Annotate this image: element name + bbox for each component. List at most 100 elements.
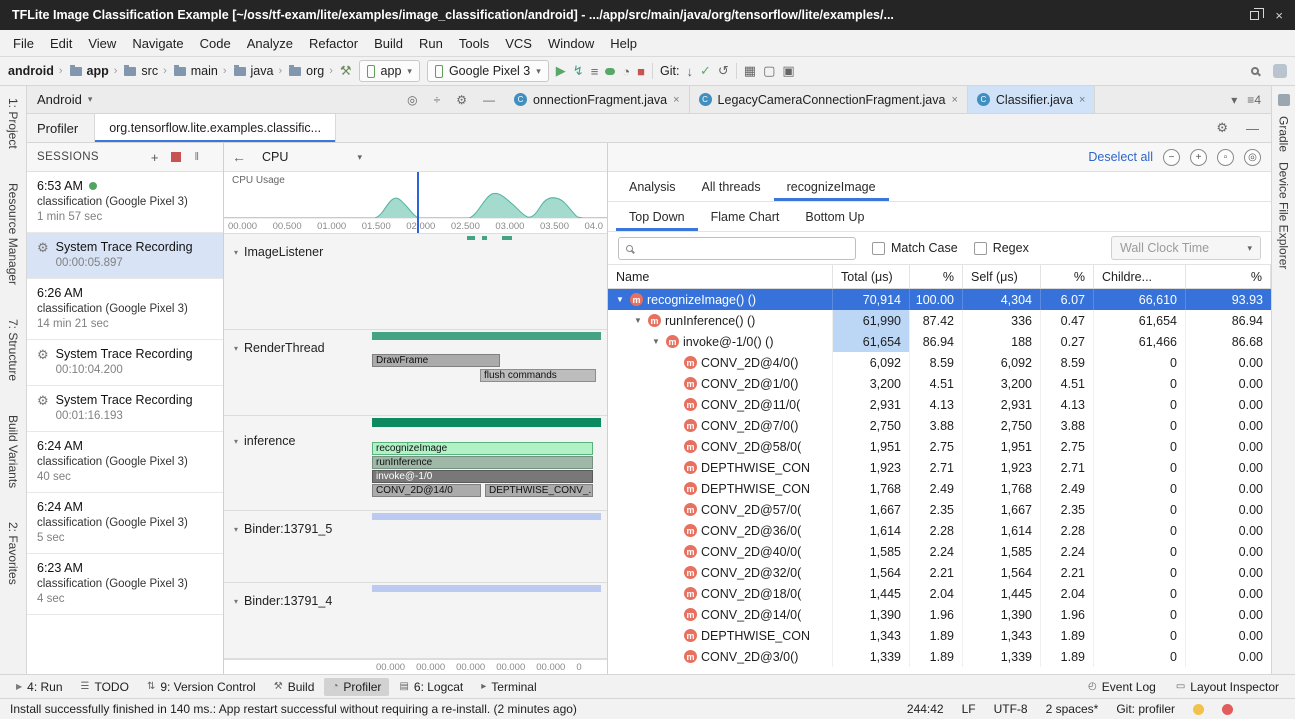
tool-window-button[interactable]: Device File Explorer	[1277, 162, 1291, 269]
profile-button[interactable]: ◔	[622, 64, 630, 79]
cpu-usage-chart[interactable]: CPU Usage 00.000 00.500	[224, 172, 607, 234]
close-icon[interactable]: ×	[1079, 94, 1085, 106]
breadcrumb-item[interactable]: java ›	[234, 64, 283, 78]
caret-position[interactable]: 244:42	[907, 702, 944, 716]
column-header[interactable]: Childre...	[1094, 265, 1186, 288]
menu-item[interactable]: Window	[540, 33, 602, 54]
table-row[interactable]: ▼ m CONV_2D@1/0() 3,200 4.51 3,200 4.51 …	[608, 373, 1271, 394]
menu-item[interactable]: Edit	[42, 33, 80, 54]
table-row[interactable]: ▼ m CONV_2D@18/0( 1,445 2.04 1,445 2.04 …	[608, 583, 1271, 604]
file-encoding[interactable]: UTF-8	[994, 702, 1028, 716]
analysis-tab[interactable]: recognizeImage	[774, 172, 889, 201]
trace-event-bar[interactable]: runInference	[372, 456, 593, 469]
tool-window-button[interactable]: Build	[266, 678, 323, 696]
editor-tab[interactable]: C LegacyCameraConnectionFragment.java ×	[690, 86, 968, 113]
tool-window-button[interactable]: Layout Inspector	[1168, 678, 1287, 696]
zoom-to-selection-button[interactable]: ◎	[1244, 149, 1261, 166]
analysis-subtab[interactable]: Top Down	[616, 202, 698, 231]
pause-icon[interactable]: ‖	[194, 151, 199, 163]
session-item[interactable]: ⚙ 6:24 AM classification (Google Pixel 3…	[27, 432, 223, 493]
smiley-feedback-icon[interactable]	[1193, 704, 1204, 715]
session-item[interactable]: ⚙ 6:24 AM classification (Google Pixel 3…	[27, 493, 223, 554]
table-row[interactable]: ▼ m DEPTHWISE_CON 1,923 2.71 1,923 2.71 …	[608, 457, 1271, 478]
tool-window-button[interactable]: 7: Structure	[6, 319, 20, 381]
editor-tab[interactable]: C onnectionFragment.java ×	[505, 86, 690, 113]
collapse-icon[interactable]: ▾	[234, 597, 238, 606]
editor-tab[interactable]: C Classifier.java ×	[968, 86, 1096, 113]
git-update-icon[interactable]: ↓	[686, 64, 693, 79]
breadcrumb-item[interactable]: org ›	[289, 64, 333, 78]
run-button[interactable]: ▶	[556, 63, 566, 79]
device-manager-icon[interactable]: ▦	[744, 63, 756, 79]
device-dropdown[interactable]: Google Pixel 3 ▾	[427, 60, 549, 82]
trace-event-bar[interactable]: DrawFrame	[372, 354, 500, 367]
analysis-tab[interactable]: All threads	[689, 172, 774, 201]
table-row[interactable]: ▼ m recognizeImage() () 70,914 100.00 4,…	[608, 289, 1271, 310]
git-rollback-icon[interactable]: ↺	[718, 63, 729, 79]
analysis-tab[interactable]: Analysis	[616, 172, 689, 201]
tool-window-button[interactable]: Terminal	[473, 678, 544, 696]
notification-icon[interactable]	[1222, 704, 1233, 715]
breadcrumb-item[interactable]: src ›	[124, 64, 166, 78]
selection-line[interactable]	[417, 172, 419, 233]
trace-event-bar[interactable]: CONV_2D@14/0	[372, 484, 481, 497]
sync-gradle-icon[interactable]: ▣	[782, 63, 794, 79]
table-row[interactable]: ▼ m CONV_2D@7/0() 2,750 3.88 2,750 3.88 …	[608, 415, 1271, 436]
menu-item[interactable]: Tools	[451, 33, 497, 54]
match-case-checkbox[interactable]: Match Case	[872, 241, 958, 255]
session-item[interactable]: ⚙ System Trace Recording 00:10:04.200	[27, 340, 223, 386]
table-row[interactable]: ▼ m CONV_2D@58/0( 1,951 2.75 1,951 2.75 …	[608, 436, 1271, 457]
tool-window-button[interactable]: Build Variants	[6, 415, 20, 488]
git-branch[interactable]: Git: profiler	[1116, 702, 1175, 716]
table-row[interactable]: ▼ m CONV_2D@11/0( 2,931 4.13 2,931 4.13 …	[608, 394, 1271, 415]
expand-arrow-icon[interactable]: ▼	[650, 337, 662, 346]
minimize-icon[interactable]: —	[1246, 121, 1259, 136]
column-header[interactable]: Self (μs)	[963, 265, 1041, 288]
column-header[interactable]: Name	[608, 265, 833, 288]
table-row[interactable]: ▼ m DEPTHWISE_CON 1,768 2.49 1,768 2.49 …	[608, 478, 1271, 499]
back-icon[interactable]: ←	[232, 149, 246, 165]
menu-item[interactable]: Navigate	[124, 33, 191, 54]
thread-lane[interactable]: ▾Binder:13791_4	[224, 583, 607, 659]
new-session-icon[interactable]: +	[151, 150, 159, 165]
thread-lane[interactable]: ▾ImageListener	[224, 234, 607, 330]
collapse-icon[interactable]: ▾	[234, 437, 238, 446]
layout-inspector-icon[interactable]: ▢	[763, 63, 775, 79]
menu-item[interactable]: Help	[602, 33, 645, 54]
menu-item[interactable]: Refactor	[301, 33, 366, 54]
tool-window-button[interactable]: 2: Favorites	[6, 522, 20, 585]
build-hammer-icon[interactable]: ⚒	[340, 63, 352, 79]
session-item[interactable]: ⚙ 6:23 AM classification (Google Pixel 3…	[27, 554, 223, 615]
menu-item[interactable]: Analyze	[239, 33, 301, 54]
thread-lane[interactable]: ▾Binder:13791_5	[224, 511, 607, 583]
cpu-dropdown[interactable]: CPU ▾	[258, 150, 366, 164]
collapse-all-icon[interactable]: ÷	[434, 93, 441, 107]
menu-item[interactable]: Run	[411, 33, 451, 54]
table-row[interactable]: ▼ m CONV_2D@36/0( 1,614 2.28 1,614 2.28 …	[608, 520, 1271, 541]
breadcrumb-item[interactable]: app ›	[70, 64, 118, 78]
window-restore-button[interactable]	[1250, 8, 1259, 23]
breadcrumb-item[interactable]: main ›	[174, 64, 227, 78]
trace-event-bar[interactable]: recognizeImage	[372, 442, 593, 455]
table-row[interactable]: ▼ m CONV_2D@57/0( 1,667 2.35 1,667 2.35 …	[608, 499, 1271, 520]
trace-event-bar[interactable]: DEPTHWISE_CONV_...	[485, 484, 593, 497]
hidden-tabs-icon[interactable]: ≡4	[1247, 93, 1261, 107]
column-header[interactable]: %	[910, 265, 963, 288]
avatar[interactable]	[1273, 64, 1287, 78]
thread-lane[interactable]: ▾RenderThread DrawFrame flush commands	[224, 330, 607, 416]
regex-checkbox[interactable]: Regex	[974, 241, 1029, 255]
session-item[interactable]: ⚙ 6:26 AM classification (Google Pixel 3…	[27, 279, 223, 340]
deselect-all-link[interactable]: Deselect all	[1088, 150, 1153, 164]
locate-file-icon[interactable]: ◎	[407, 93, 417, 107]
collapse-icon[interactable]: ▾	[234, 344, 238, 353]
clock-type-dropdown[interactable]: Wall Clock Time ▾	[1111, 236, 1261, 260]
analysis-subtab[interactable]: Bottom Up	[792, 202, 877, 231]
settings-icon[interactable]: ⚙	[1216, 120, 1228, 136]
profiler-session-tab[interactable]: org.tensorflow.lite.examples.classific..…	[94, 114, 336, 142]
apply-changes-icon[interactable]: ↯	[573, 63, 584, 79]
line-separator[interactable]: LF	[962, 702, 976, 716]
menu-item[interactable]: Build	[366, 33, 411, 54]
menu-item[interactable]: VCS	[497, 33, 540, 54]
zoom-out-button[interactable]: −	[1163, 149, 1180, 166]
tool-window-button[interactable]: Event Log	[1080, 678, 1164, 696]
